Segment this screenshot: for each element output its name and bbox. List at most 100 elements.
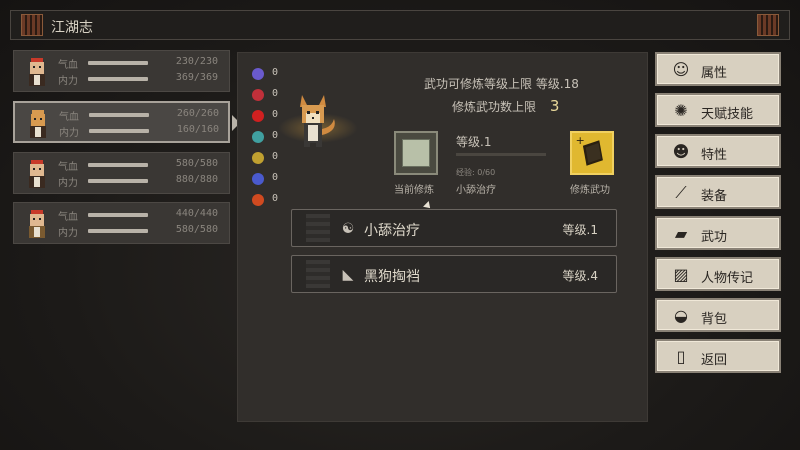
door-icon: ▯ [676, 347, 686, 366]
status-count: 0 [272, 193, 279, 204]
max-count-label: 修炼武功数上限 [452, 100, 537, 114]
menu-button[interactable]: ▨ 人物传记 [655, 257, 781, 291]
train-martial-button[interactable]: + [570, 131, 614, 175]
hp-label: 气血 [58, 60, 78, 71]
mp-bar [88, 179, 148, 183]
character-card[interactable]: 气血 230/230 内力 369/369 [13, 50, 230, 92]
title-bar: 江湖志 [10, 10, 790, 40]
hero-fox-portrait [300, 95, 335, 147]
mp-label: 内力 [59, 128, 79, 139]
talent-icon: ✺ [674, 101, 688, 120]
menu-button[interactable]: ⟋ 装备 [655, 175, 781, 209]
menu-button[interactable]: ☻ 特性 [655, 134, 781, 168]
status-count: 0 [272, 67, 279, 78]
menu-label: 天赋技能 [701, 107, 754, 122]
blue-ring-icon [252, 173, 264, 185]
status-count: 0 [272, 130, 279, 141]
hp-value: 580/580 [175, 158, 218, 169]
current-level: 等级.1 [456, 135, 492, 149]
skill-row[interactable]: ☯ 小舔治疗 等级.1 [291, 209, 617, 247]
mp-row: 内力 369/369 [58, 72, 224, 87]
red-orb-icon [252, 110, 264, 122]
purple-skull-icon [252, 68, 264, 80]
hp-value: 260/260 [176, 108, 219, 119]
max-count-row: 修炼武功数上限 3 [452, 97, 559, 115]
status-effect: 0 [252, 193, 292, 207]
hp-bar [88, 61, 148, 65]
mp-bar [88, 229, 148, 233]
menu-label: 特性 [701, 148, 728, 163]
menu-label: 返回 [701, 353, 728, 368]
menu-label: 背包 [701, 312, 728, 327]
skill-slot-icon [306, 214, 330, 242]
yin-yang-icon: ☯ [341, 221, 355, 237]
mp-bar [89, 129, 149, 133]
status-effect: 0 [252, 172, 292, 186]
status-count: 0 [272, 172, 279, 183]
max-count-value: 3 [549, 97, 560, 115]
mp-label: 内力 [58, 228, 78, 239]
menu-label: 武功 [701, 230, 728, 245]
mp-row: 内力 880/880 [58, 174, 224, 189]
broken-heart-icon [252, 89, 264, 101]
gold-bug-icon [252, 152, 264, 164]
menu-button[interactable]: ✺ 天赋技能 [655, 93, 781, 127]
status-count: 0 [272, 151, 279, 162]
skill-slot-icon [306, 260, 330, 288]
status-effect: 0 [252, 151, 292, 165]
menu-button[interactable]: ▯ 返回 [655, 339, 781, 373]
hp-label: 气血 [59, 112, 79, 123]
character-card[interactable]: 气血 440/440 内力 580/580 [13, 202, 230, 244]
person-icon: ☺ [672, 60, 690, 79]
status-count: 0 [272, 109, 279, 120]
mp-value: 369/369 [175, 72, 218, 83]
current-book-icon [402, 139, 430, 167]
bag-icon: ◒ [674, 306, 688, 325]
status-effect: 0 [252, 67, 292, 81]
mp-label: 内力 [58, 178, 78, 189]
skill-level: 等级.1 [562, 223, 598, 237]
book-icon: ▰ [674, 224, 688, 243]
max-level-text: 武功可修炼等级上限 等级.18 [424, 77, 579, 91]
skill-name: 小舔治疗 [364, 223, 420, 239]
hp-label: 气血 [58, 162, 78, 173]
hp-label: 气血 [58, 212, 78, 223]
current-training-label: 当前修炼 [394, 185, 434, 196]
fan-icon: ◣ [342, 267, 354, 283]
hp-row: 气血 260/260 [59, 108, 225, 123]
current-skill-name: 小舔治疗 [456, 185, 496, 196]
hp-bar [88, 163, 148, 167]
menu-label: 装备 [701, 189, 728, 204]
current-training-slot[interactable] [394, 131, 438, 175]
mp-value: 160/160 [176, 124, 219, 135]
character-card[interactable]: 气血 260/260 内力 160/160 [13, 101, 230, 143]
trait-icon: ☻ [672, 142, 690, 161]
mp-value: 580/580 [175, 224, 218, 235]
skill-row[interactable]: ◣ 黑狗掏裆 等级.4 [291, 255, 617, 293]
hp-row: 气血 230/230 [58, 56, 224, 71]
teal-skull-icon [252, 131, 264, 143]
fire-icon [252, 194, 264, 206]
menu-button[interactable]: ◒ 背包 [655, 298, 781, 332]
character-portrait [30, 110, 46, 138]
mp-label: 内力 [58, 76, 78, 87]
menu-label: 人物传记 [701, 271, 754, 286]
window-title: 江湖志 [51, 20, 93, 36]
character-card[interactable]: 气血 580/580 内力 880/880 [13, 152, 230, 194]
hp-value: 440/440 [175, 208, 218, 219]
sword-icon: ⟋ [675, 183, 687, 202]
mp-row: 内力 580/580 [58, 224, 224, 239]
mp-row: 内力 160/160 [59, 124, 225, 139]
mp-value: 880/880 [175, 174, 218, 185]
train-martial-label: 修炼武功 [570, 185, 610, 196]
character-portrait [29, 210, 45, 238]
character-portrait [29, 160, 45, 188]
svg-text:+: + [576, 134, 585, 147]
skill-level: 等级.4 [562, 269, 598, 283]
menu-button[interactable]: ☺ 属性 [655, 52, 781, 86]
skill-name: 黑狗掏裆 [364, 269, 420, 285]
hp-bar [88, 213, 148, 217]
exp-bar [456, 153, 546, 156]
menu-button[interactable]: ▰ 武功 [655, 216, 781, 250]
status-effect: 0 [252, 88, 292, 102]
